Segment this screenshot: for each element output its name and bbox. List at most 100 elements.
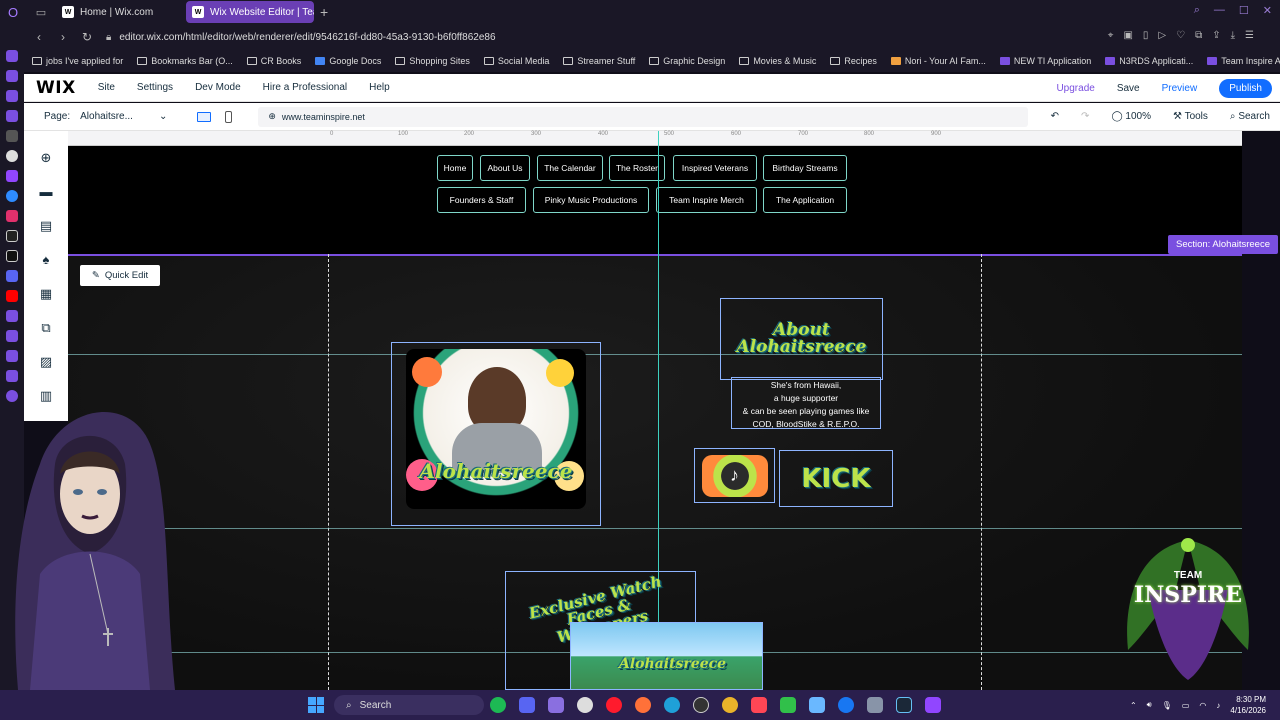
publish-button[interactable]: Publish: [1219, 79, 1272, 98]
opera-icon[interactable]: [606, 697, 622, 713]
menu-help[interactable]: Help: [369, 82, 390, 93]
bookmark-item[interactable]: NEW TI Application: [999, 56, 1091, 66]
section-tag[interactable]: Section: Alohaitsreece: [1167, 235, 1278, 254]
sidebar-app-icon[interactable]: [6, 50, 18, 62]
mic-icon[interactable]: 🎙︎: [1162, 701, 1172, 710]
quick-edit-button[interactable]: ✎ Quick Edit: [80, 265, 160, 286]
undo-icon[interactable]: ↶: [1051, 111, 1059, 122]
zoom-control[interactable]: ◯ 100%: [1111, 111, 1151, 122]
firefox-icon[interactable]: [635, 697, 651, 713]
player-icon[interactable]: ▷: [1158, 30, 1166, 41]
nav-application[interactable]: The Application: [763, 187, 847, 213]
close-icon[interactable]: ✕: [1263, 4, 1272, 17]
snapshot-icon[interactable]: ▣: [1123, 30, 1132, 41]
search-button[interactable]: ⌕ Search: [1230, 111, 1270, 122]
nav-calendar[interactable]: The Calendar: [537, 155, 603, 181]
menu-dev-mode[interactable]: Dev Mode: [195, 82, 241, 93]
bookmark-item[interactable]: jobs I've applied for: [32, 56, 123, 66]
watch-faces-image[interactable]: Alohaitsreece: [570, 622, 763, 690]
mobile-icon[interactable]: [225, 110, 233, 123]
sections-icon[interactable]: ▬: [39, 185, 53, 199]
volume-icon[interactable]: 🔊︎: [1147, 700, 1152, 710]
steam-icon[interactable]: [896, 697, 912, 713]
about-text-box[interactable]: She's from Hawaii, a huge supporter & ca…: [731, 377, 881, 429]
twitch-icon[interactable]: [925, 697, 941, 713]
maximize-icon[interactable]: ☐: [1239, 4, 1249, 17]
redo-icon[interactable]: ↷: [1081, 111, 1089, 122]
nav-birthday-streams[interactable]: Birthday Streams: [763, 155, 847, 181]
preview-button[interactable]: Preview: [1162, 83, 1198, 94]
site-domain[interactable]: ⊕ www.teaminspire.net: [258, 106, 1029, 127]
app-icon[interactable]: [780, 697, 796, 713]
hero-image-frame[interactable]: Alohaitsreece: [391, 342, 601, 526]
tiktok-icon[interactable]: [6, 230, 18, 242]
bookmark-item[interactable]: Nori - Your AI Fam...: [890, 56, 986, 66]
tab-home-wix[interactable]: W Home | Wix.com: [56, 1, 184, 23]
clock[interactable]: 8:30 PM 4/16/2026: [1230, 694, 1266, 716]
nav-about-us[interactable]: About Us: [480, 155, 530, 181]
bookmark-item[interactable]: Graphic Design: [649, 56, 725, 66]
upgrade-button[interactable]: Upgrade: [1056, 83, 1094, 94]
share-icon[interactable]: ⇪: [1212, 30, 1220, 41]
bookmark-item[interactable]: Movies & Music: [739, 56, 816, 66]
nav-inspired-veterans[interactable]: Inspired Veterans: [673, 155, 757, 181]
chatgpt-icon[interactable]: [577, 697, 593, 713]
back-icon[interactable]: ‹: [30, 30, 48, 44]
page-selector[interactable]: Alohaitsre... ⌄: [80, 111, 167, 122]
instagram-icon[interactable]: [6, 210, 18, 222]
bookmark-item[interactable]: CR Books: [246, 56, 301, 66]
download-icon[interactable]: [6, 370, 18, 382]
obs-icon[interactable]: [693, 697, 709, 713]
nav-merch[interactable]: Team Inspire Merch: [656, 187, 757, 213]
bookmark-item[interactable]: Google Docs: [315, 56, 381, 66]
tab-wix-editor[interactable]: W Wix Website Editor | Team: [186, 1, 314, 23]
media-icon[interactable]: ▨: [39, 355, 53, 369]
settings-icon[interactable]: [867, 697, 883, 713]
spotify-icon[interactable]: [490, 697, 506, 713]
bookmark-item[interactable]: N3RDS Applicati...: [1105, 56, 1193, 66]
sidebar-app-icon[interactable]: [6, 330, 18, 342]
opera-icon[interactable]: O: [0, 5, 26, 20]
youtube-icon[interactable]: [6, 290, 18, 302]
nav-roster[interactable]: The Roster: [609, 155, 665, 181]
messenger-icon[interactable]: [6, 190, 18, 202]
facebook-icon[interactable]: [838, 697, 854, 713]
desktop-icon[interactable]: [197, 111, 212, 122]
bookmark-icon[interactable]: ▯: [1143, 30, 1149, 41]
bookmark-item[interactable]: Bookmarks Bar (O...: [137, 56, 233, 66]
tiktok-link[interactable]: ♪: [694, 448, 775, 503]
chevron-up-icon[interactable]: ⌃: [1130, 701, 1137, 710]
url-field[interactable]: 🔒︎ editor.wix.com/html/editor/web/rendere…: [106, 32, 496, 43]
sidebar-app-icon[interactable]: [6, 310, 18, 322]
add-elements-icon[interactable]: ⊕: [39, 151, 53, 165]
search-icon[interactable]: ⌕: [1194, 4, 1200, 17]
sidebar-app-icon[interactable]: [6, 70, 18, 82]
apps-icon[interactable]: ▦: [39, 287, 53, 301]
download-icon[interactable]: ⤓: [1231, 30, 1235, 41]
sidebar-app-icon[interactable]: [6, 110, 18, 122]
minimize-icon[interactable]: —: [1214, 4, 1225, 17]
menu-hire-professional[interactable]: Hire a Professional: [263, 82, 347, 93]
discord-icon[interactable]: [519, 697, 535, 713]
reload-icon[interactable]: ↻: [78, 30, 96, 44]
menu-site[interactable]: Site: [98, 82, 115, 93]
display-icon[interactable]: ▭: [1182, 701, 1190, 710]
tools-button[interactable]: ⚒ Tools: [1173, 111, 1208, 122]
kick-link[interactable]: KICK: [779, 450, 893, 507]
nav-home[interactable]: Home: [437, 155, 473, 181]
sidebar-app-icon[interactable]: [6, 90, 18, 102]
apps-grid-icon[interactable]: [548, 697, 564, 713]
pages-icon[interactable]: ▤: [39, 219, 53, 233]
menu-settings[interactable]: Settings: [137, 82, 173, 93]
workspaces-icon[interactable]: ▭: [26, 6, 56, 19]
bookmark-item[interactable]: Recipes: [830, 56, 877, 66]
edge-icon[interactable]: [664, 697, 680, 713]
bookmark-item[interactable]: Social Media: [483, 56, 549, 66]
site-header[interactable]: Home About Us The Calendar The Roster In…: [68, 146, 1242, 254]
new-tab-button[interactable]: +: [320, 4, 328, 20]
chrome-icon[interactable]: [722, 697, 738, 713]
bookmark-item[interactable]: Shopping Sites: [395, 56, 470, 66]
about-title-image[interactable]: About Alohaitsreece: [720, 298, 883, 380]
sidebar-app-icon[interactable]: [6, 130, 18, 142]
wix-logo[interactable]: WIX: [36, 78, 76, 98]
